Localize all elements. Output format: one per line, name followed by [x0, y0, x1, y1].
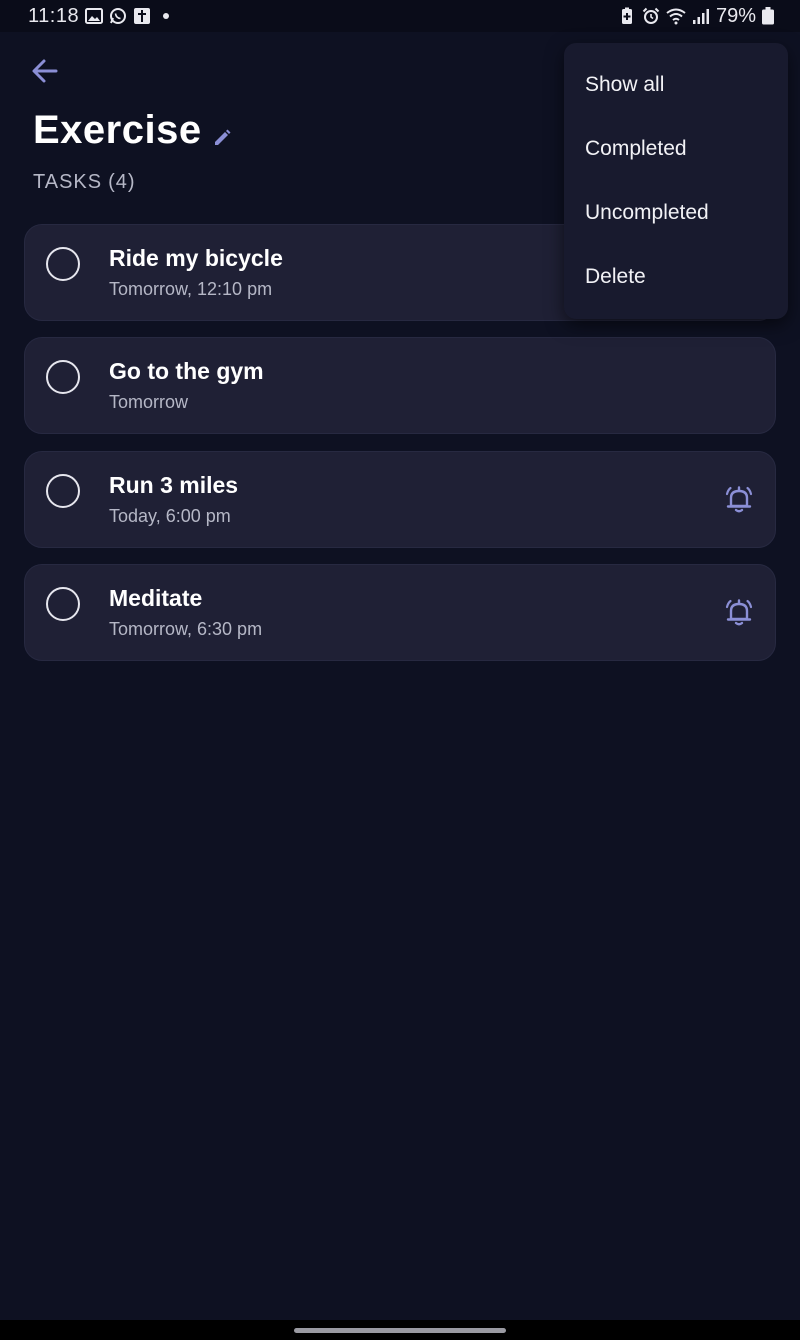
signal-icon: [692, 9, 709, 24]
task-title: Run 3 miles: [109, 472, 239, 498]
back-button[interactable]: [26, 52, 64, 90]
tasks-count: (4): [108, 171, 136, 193]
task-checkbox[interactable]: [46, 474, 80, 508]
task-subtitle: Today, 6:00 pm: [109, 506, 231, 526]
wifi-icon: [666, 8, 686, 25]
overflow-menu: Show all Completed Uncompleted Delete: [564, 43, 788, 319]
tasks-label-text: TASKS: [33, 171, 103, 193]
task-subtitle: Tomorrow, 6:30 pm: [109, 619, 263, 639]
task-card[interactable]: Run 3 miles Today, 6:00 pm: [24, 451, 776, 548]
task-subtitle: Tomorrow: [109, 392, 189, 412]
status-time: 11:18: [28, 4, 80, 27]
battery-percent: 79%: [715, 4, 756, 27]
dot-icon: [163, 13, 170, 19]
task-title: Go to the gym: [109, 358, 264, 384]
status-bar: 11:18 79%: [0, 0, 800, 32]
pencil-icon[interactable]: [212, 128, 232, 148]
alarm-icon: [642, 7, 660, 24]
calendar-icon: [134, 8, 151, 24]
alarm-bell-icon[interactable]: [723, 596, 755, 628]
menu-item-uncompleted[interactable]: Uncompleted: [564, 181, 788, 245]
menu-item-show-all[interactable]: Show all: [564, 53, 788, 117]
image-icon: [85, 8, 104, 24]
status-bar-left: 11:18: [28, 4, 170, 28]
status-bar-right: 79%: [618, 5, 774, 28]
task-card[interactable]: Go to the gym Tomorrow: [24, 337, 776, 434]
battery-icon: [762, 7, 774, 25]
tasks-label: TASKS (4): [33, 171, 136, 194]
task-checkbox[interactable]: [46, 247, 80, 281]
task-checkbox[interactable]: [46, 360, 80, 394]
title-row: Exercise: [33, 108, 232, 153]
menu-item-delete[interactable]: Delete: [564, 245, 788, 309]
task-checkbox[interactable]: [46, 587, 80, 621]
home-handle[interactable]: [294, 1328, 506, 1333]
page-title: Exercise: [33, 108, 202, 152]
battery-saver-icon: [621, 7, 632, 24]
alarm-bell-icon[interactable]: [723, 483, 755, 515]
task-subtitle: Tomorrow, 12:10 pm: [109, 279, 273, 299]
task-title: Meditate: [109, 585, 203, 611]
menu-item-completed[interactable]: Completed: [564, 117, 788, 181]
navigation-bar: [0, 1320, 800, 1340]
whatsapp-icon: [110, 8, 127, 24]
task-card[interactable]: Meditate Tomorrow, 6:30 pm: [24, 564, 776, 661]
arrow-left-icon: [32, 59, 58, 83]
task-title: Ride my bicycle: [109, 245, 283, 271]
